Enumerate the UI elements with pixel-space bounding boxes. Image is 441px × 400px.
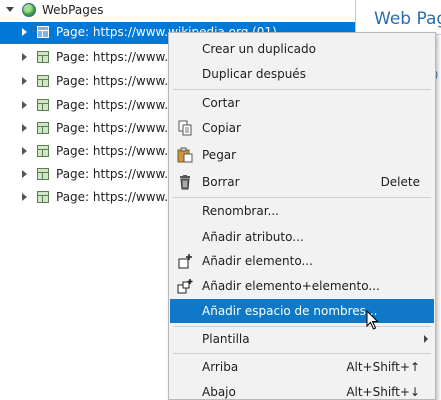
menu-separator: [173, 353, 431, 354]
menu-item-label: Pegar: [202, 148, 237, 162]
menu-separator: [173, 197, 431, 198]
expand-arrow-icon[interactable]: [22, 101, 27, 109]
menu-item-label: Borrar: [202, 175, 240, 189]
menu-item-template[interactable]: Plantilla: [170, 327, 434, 351]
expand-arrow-icon[interactable]: [22, 28, 27, 36]
copy-icon: [178, 120, 192, 136]
menu-item-label: Abajo: [202, 385, 236, 399]
menu-item-label: Renombrar...: [202, 204, 279, 218]
menu-item-rename[interactable]: Renombrar...: [170, 199, 434, 223]
menu-item-add-element-element[interactable]: Añadir elemento+elemento...: [170, 274, 434, 298]
menu-item-label: Cortar: [202, 96, 240, 110]
menu-item-label: Arriba: [202, 360, 239, 374]
menu-item-label: Plantilla: [202, 332, 250, 346]
menu-item-create-duplicate[interactable]: Crear un duplicado: [170, 37, 434, 61]
menu-item-add-namespace[interactable]: Añadir espacio de nombres...: [170, 299, 434, 323]
menu-item-add-element[interactable]: Añadir elemento...: [170, 249, 434, 273]
menu-item-paste[interactable]: Pegar: [170, 143, 434, 167]
collapse-arrow-icon[interactable]: [6, 7, 14, 12]
menu-item-delete[interactable]: Borrar Delete: [170, 170, 434, 194]
expand-arrow-icon[interactable]: [22, 53, 27, 61]
menu-item-label: Añadir espacio de nombres...: [202, 304, 378, 318]
context-menu: Crear un duplicado Duplicar después Cort…: [168, 32, 436, 400]
page-grid-icon: [37, 75, 49, 87]
expand-arrow-icon[interactable]: [22, 77, 27, 85]
menu-item-label: Añadir elemento...: [202, 254, 313, 268]
menu-item-move-up[interactable]: Arriba Alt+Shift+↑: [170, 355, 434, 379]
tree-root-label: WebPages: [42, 3, 104, 17]
page-grid-icon: [37, 122, 49, 134]
details-title: Web Pag: [374, 9, 441, 29]
submenu-arrow-icon: [424, 335, 428, 343]
globe-icon: [22, 3, 36, 17]
menu-item-add-attribute[interactable]: Añadir atributo...: [170, 225, 434, 249]
page-grid-icon: [37, 168, 49, 180]
menu-item-move-down[interactable]: Abajo Alt+Shift+↓: [170, 380, 434, 399]
menu-item-shortcut: Alt+Shift+↓: [346, 385, 420, 399]
menu-item-copy[interactable]: Copiar: [170, 116, 434, 140]
menu-item-shortcut: Delete: [380, 175, 420, 189]
page-grid-icon: [37, 51, 49, 63]
expand-arrow-icon[interactable]: [22, 147, 27, 155]
page-grid-icon: [37, 191, 49, 203]
menu-item-duplicate-after[interactable]: Duplicar después: [170, 62, 434, 86]
expand-arrow-icon[interactable]: [22, 193, 27, 201]
page-grid-icon: [37, 145, 49, 157]
tree-root-webpages[interactable]: WebPages: [0, 0, 355, 22]
add-element-icon: [178, 254, 192, 269]
page-grid-icon: [37, 26, 49, 38]
mouse-pointer-icon: [366, 310, 379, 330]
paste-icon: [177, 147, 193, 163]
menu-item-cut[interactable]: Cortar: [170, 91, 434, 115]
trash-icon: [180, 175, 190, 190]
expand-arrow-icon[interactable]: [22, 124, 27, 132]
expand-arrow-icon[interactable]: [22, 170, 27, 178]
add-element-element-icon: [177, 279, 193, 294]
page-grid-icon: [37, 99, 49, 111]
menu-item-label: Añadir atributo...: [202, 230, 304, 244]
menu-item-label: Copiar: [202, 121, 241, 135]
menu-item-shortcut: Alt+Shift+↑: [346, 360, 420, 374]
menu-item-label: Crear un duplicado: [202, 42, 316, 56]
menu-separator: [173, 89, 431, 90]
menu-item-label: Duplicar después: [202, 67, 306, 81]
menu-item-label: Añadir elemento+elemento...: [202, 279, 380, 293]
